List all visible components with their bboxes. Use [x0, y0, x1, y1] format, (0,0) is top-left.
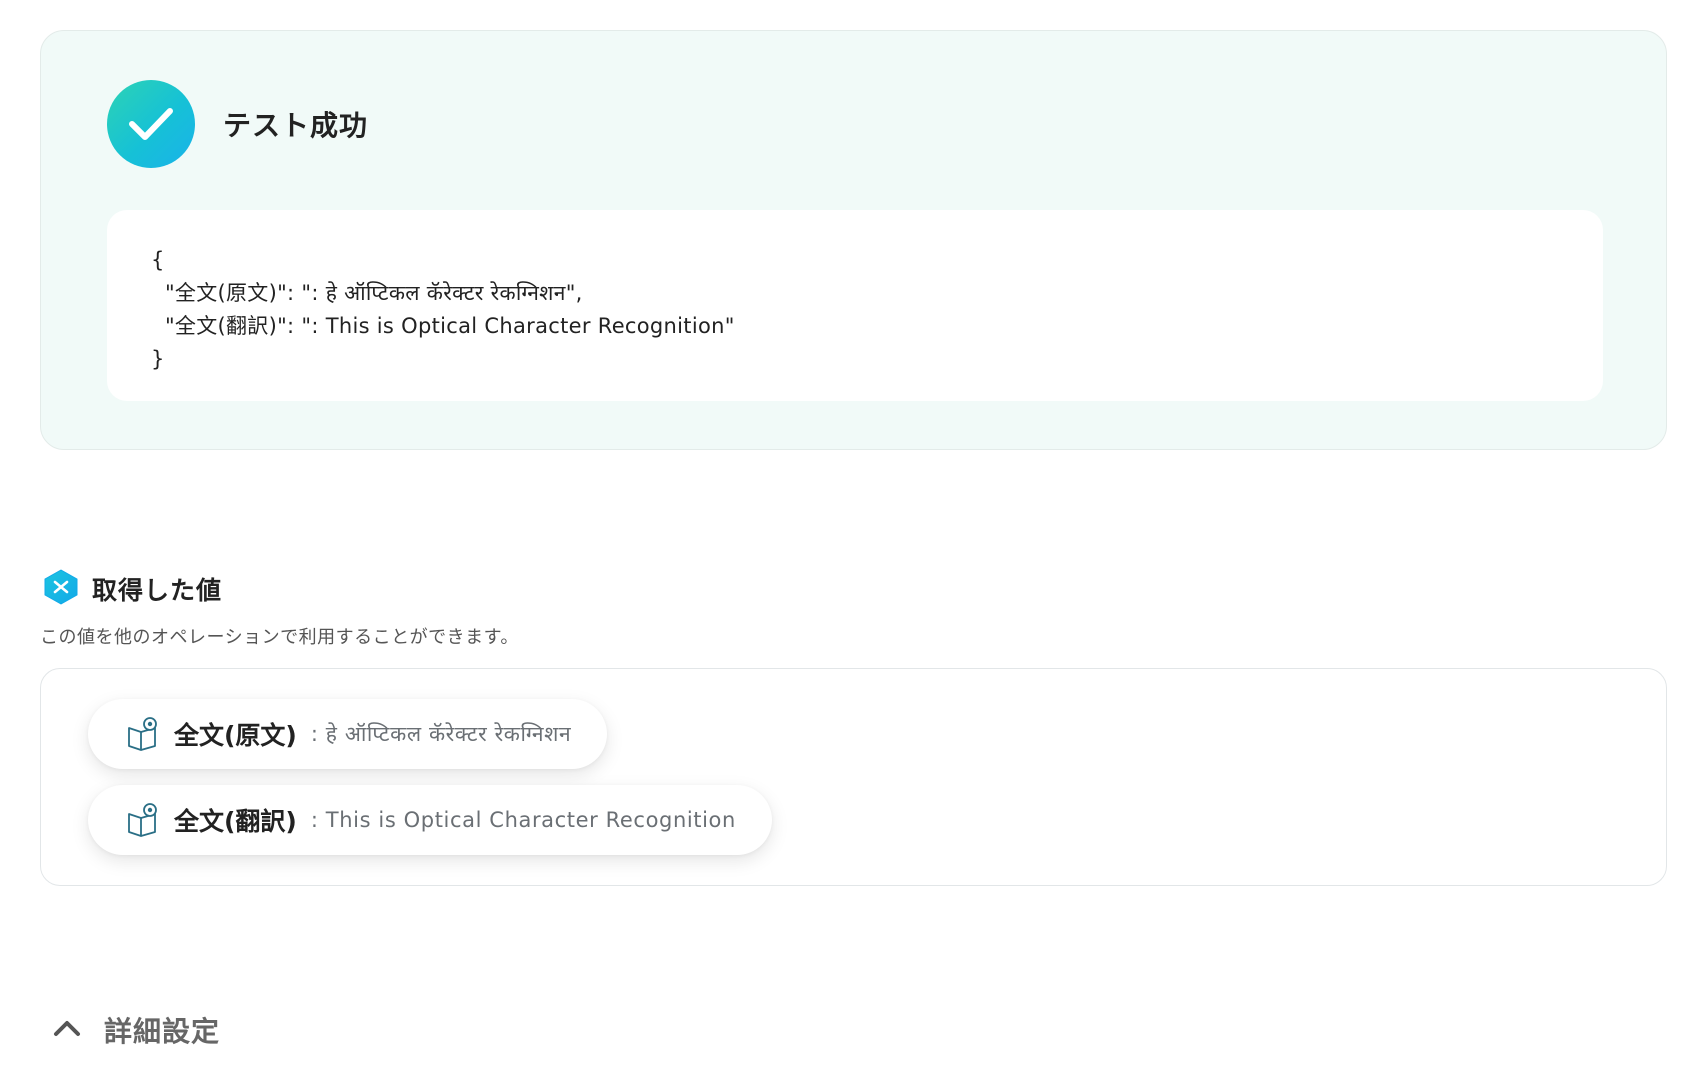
acquired-values-title: 取得した値	[92, 576, 223, 605]
value-chip-key: 全文(翻訳)	[174, 807, 297, 836]
json-output-line: "全文(原文)": ": हे ऑप्टिकल कॅरेक्टर रेकग्नि…	[151, 281, 583, 305]
json-output-line: {	[151, 248, 165, 272]
chevron-up-icon	[52, 1018, 82, 1042]
value-chip-value: : This is Optical Character Recognition	[310, 808, 736, 832]
advanced-settings-label: 詳細設定	[104, 1015, 221, 1048]
json-output-line: }	[151, 347, 165, 371]
acquired-values-header: 取得した値	[42, 568, 222, 610]
json-output-line: "全文(翻訳)": ": This is Optical Character R…	[151, 314, 735, 338]
json-output-box: { "全文(原文)": ": हे ऑप्टिकल कॅरेक्टर रेकग्…	[107, 210, 1603, 401]
advanced-settings-toggle[interactable]: 詳細設定	[52, 1010, 220, 1050]
value-chip-original[interactable]: 全文(原文) : हे ऑप्टिकल कॅरेक्टर रेकग्निशन	[88, 699, 608, 769]
value-chip-translation[interactable]: 全文(翻訳) : This is Optical Character Recog…	[88, 785, 772, 855]
check-circle-icon	[107, 80, 195, 168]
acquired-values-description: この値を他のオペレーションで利用することができます。	[40, 627, 519, 648]
test-result-title: テスト成功	[223, 109, 369, 142]
test-result-panel: テスト成功 { "全文(原文)": ": हे ऑप्टिकल कॅरेक्टर…	[40, 30, 1667, 450]
test-result-header: テスト成功	[107, 80, 368, 168]
acquired-values-panel: 全文(原文) : हे ऑप्टिकल कॅरेक्टर रेकग्निशन 全…	[40, 668, 1667, 886]
book-eye-icon	[126, 716, 160, 752]
book-eye-icon	[126, 802, 160, 838]
value-chip-value: : हे ऑप्टिकल कॅरेक्टर रेकग्निशन	[310, 722, 572, 746]
variable-hexagon-icon	[42, 568, 80, 610]
value-chip-key: 全文(原文)	[174, 721, 297, 750]
